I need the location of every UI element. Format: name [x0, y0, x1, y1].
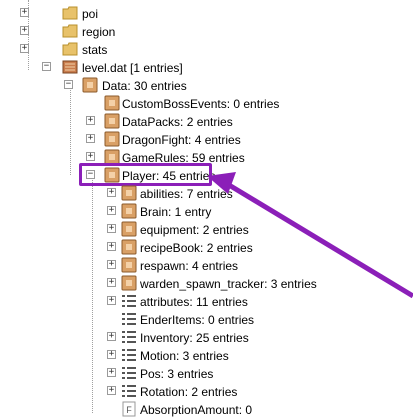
- tree-item-pos[interactable]: + Pos: 3 entries: [0, 365, 413, 383]
- float-tag-icon: F: [122, 401, 136, 417]
- expand-toggle[interactable]: +: [107, 368, 116, 377]
- tree-item-attributes[interactable]: + attributes: 11 entries: [0, 293, 413, 311]
- tree-item-datapacks[interactable]: + DataPacks: 2 entries: [0, 113, 413, 131]
- list-tag-icon: [122, 295, 136, 307]
- expand-toggle[interactable]: +: [107, 188, 116, 197]
- compound-tag-icon: [104, 131, 120, 147]
- tree-item-recipebook[interactable]: + recipeBook: 2 entries: [0, 239, 413, 257]
- expand-toggle[interactable]: +: [86, 152, 95, 161]
- compound-tag-icon: [121, 257, 137, 273]
- tree-item-rotation[interactable]: + Rotation: 2 entries: [0, 383, 413, 401]
- tree-item-enderitems[interactable]: EnderItems: 0 entries: [0, 311, 413, 329]
- compound-tag-icon: [104, 95, 120, 111]
- expand-toggle[interactable]: +: [86, 116, 95, 125]
- expand-toggle[interactable]: +: [107, 224, 116, 233]
- nbt-file-icon: [62, 60, 78, 74]
- expand-toggle[interactable]: +: [107, 386, 116, 395]
- tree-item-motion[interactable]: + Motion: 3 entries: [0, 347, 413, 365]
- expand-toggle[interactable]: +: [107, 332, 116, 341]
- tree-item-data[interactable]: − Data: 30 entries: [0, 77, 413, 95]
- tree-item-poi[interactable]: + poi: [0, 5, 413, 23]
- tree-item-absorptionamount[interactable]: F AbsorptionAmount: 0: [0, 401, 413, 419]
- expand-toggle[interactable]: +: [20, 44, 29, 53]
- list-tag-icon: [122, 385, 136, 397]
- svg-text:F: F: [126, 405, 132, 415]
- compound-tag-icon: [121, 203, 137, 219]
- player-highlight-box: [79, 163, 212, 186]
- list-tag-icon: [122, 331, 136, 343]
- tree-item-abilities[interactable]: + abilities: 7 entries: [0, 185, 413, 203]
- tree-item-region[interactable]: + region: [0, 23, 413, 41]
- expand-toggle[interactable]: +: [20, 26, 29, 35]
- compound-tag-icon: [121, 239, 137, 255]
- expand-toggle[interactable]: +: [107, 242, 116, 251]
- expand-toggle[interactable]: +: [86, 134, 95, 143]
- tree-item-warden-spawn-tracker[interactable]: + warden_spawn_tracker: 3 entries: [0, 275, 413, 293]
- expand-toggle[interactable]: +: [107, 350, 116, 359]
- tree-item-respawn[interactable]: + respawn: 4 entries: [0, 257, 413, 275]
- tree-item-dragonfight[interactable]: + DragonFight: 4 entries: [0, 131, 413, 149]
- expand-toggle[interactable]: +: [107, 260, 116, 269]
- compound-tag-icon: [104, 113, 120, 129]
- expand-toggle[interactable]: +: [107, 206, 116, 215]
- list-tag-icon: [122, 367, 136, 379]
- compound-tag-icon: [82, 77, 98, 93]
- compound-tag-icon: [121, 221, 137, 237]
- tree-item-stats[interactable]: + stats: [0, 41, 413, 59]
- folder-icon: [62, 42, 78, 56]
- list-tag-icon: [122, 349, 136, 361]
- compound-tag-icon: [121, 275, 137, 291]
- compound-tag-icon: [121, 185, 137, 201]
- tree-item-equipment[interactable]: + equipment: 2 entries: [0, 221, 413, 239]
- collapse-toggle[interactable]: −: [42, 62, 51, 71]
- collapse-toggle[interactable]: −: [64, 80, 73, 89]
- expand-toggle[interactable]: +: [20, 8, 29, 17]
- folder-icon: [62, 6, 78, 20]
- expand-toggle[interactable]: +: [107, 278, 116, 287]
- folder-icon: [62, 24, 78, 38]
- list-tag-icon: [122, 313, 136, 325]
- tree-item-brain[interactable]: + Brain: 1 entry: [0, 203, 413, 221]
- tree-item-custombossevents[interactable]: CustomBossEvents: 0 entries: [0, 95, 413, 113]
- tree-item-level-dat[interactable]: − level.dat [1 entries]: [0, 59, 413, 77]
- tree-item-inventory[interactable]: + Inventory: 25 entries: [0, 329, 413, 347]
- expand-toggle[interactable]: +: [107, 296, 116, 305]
